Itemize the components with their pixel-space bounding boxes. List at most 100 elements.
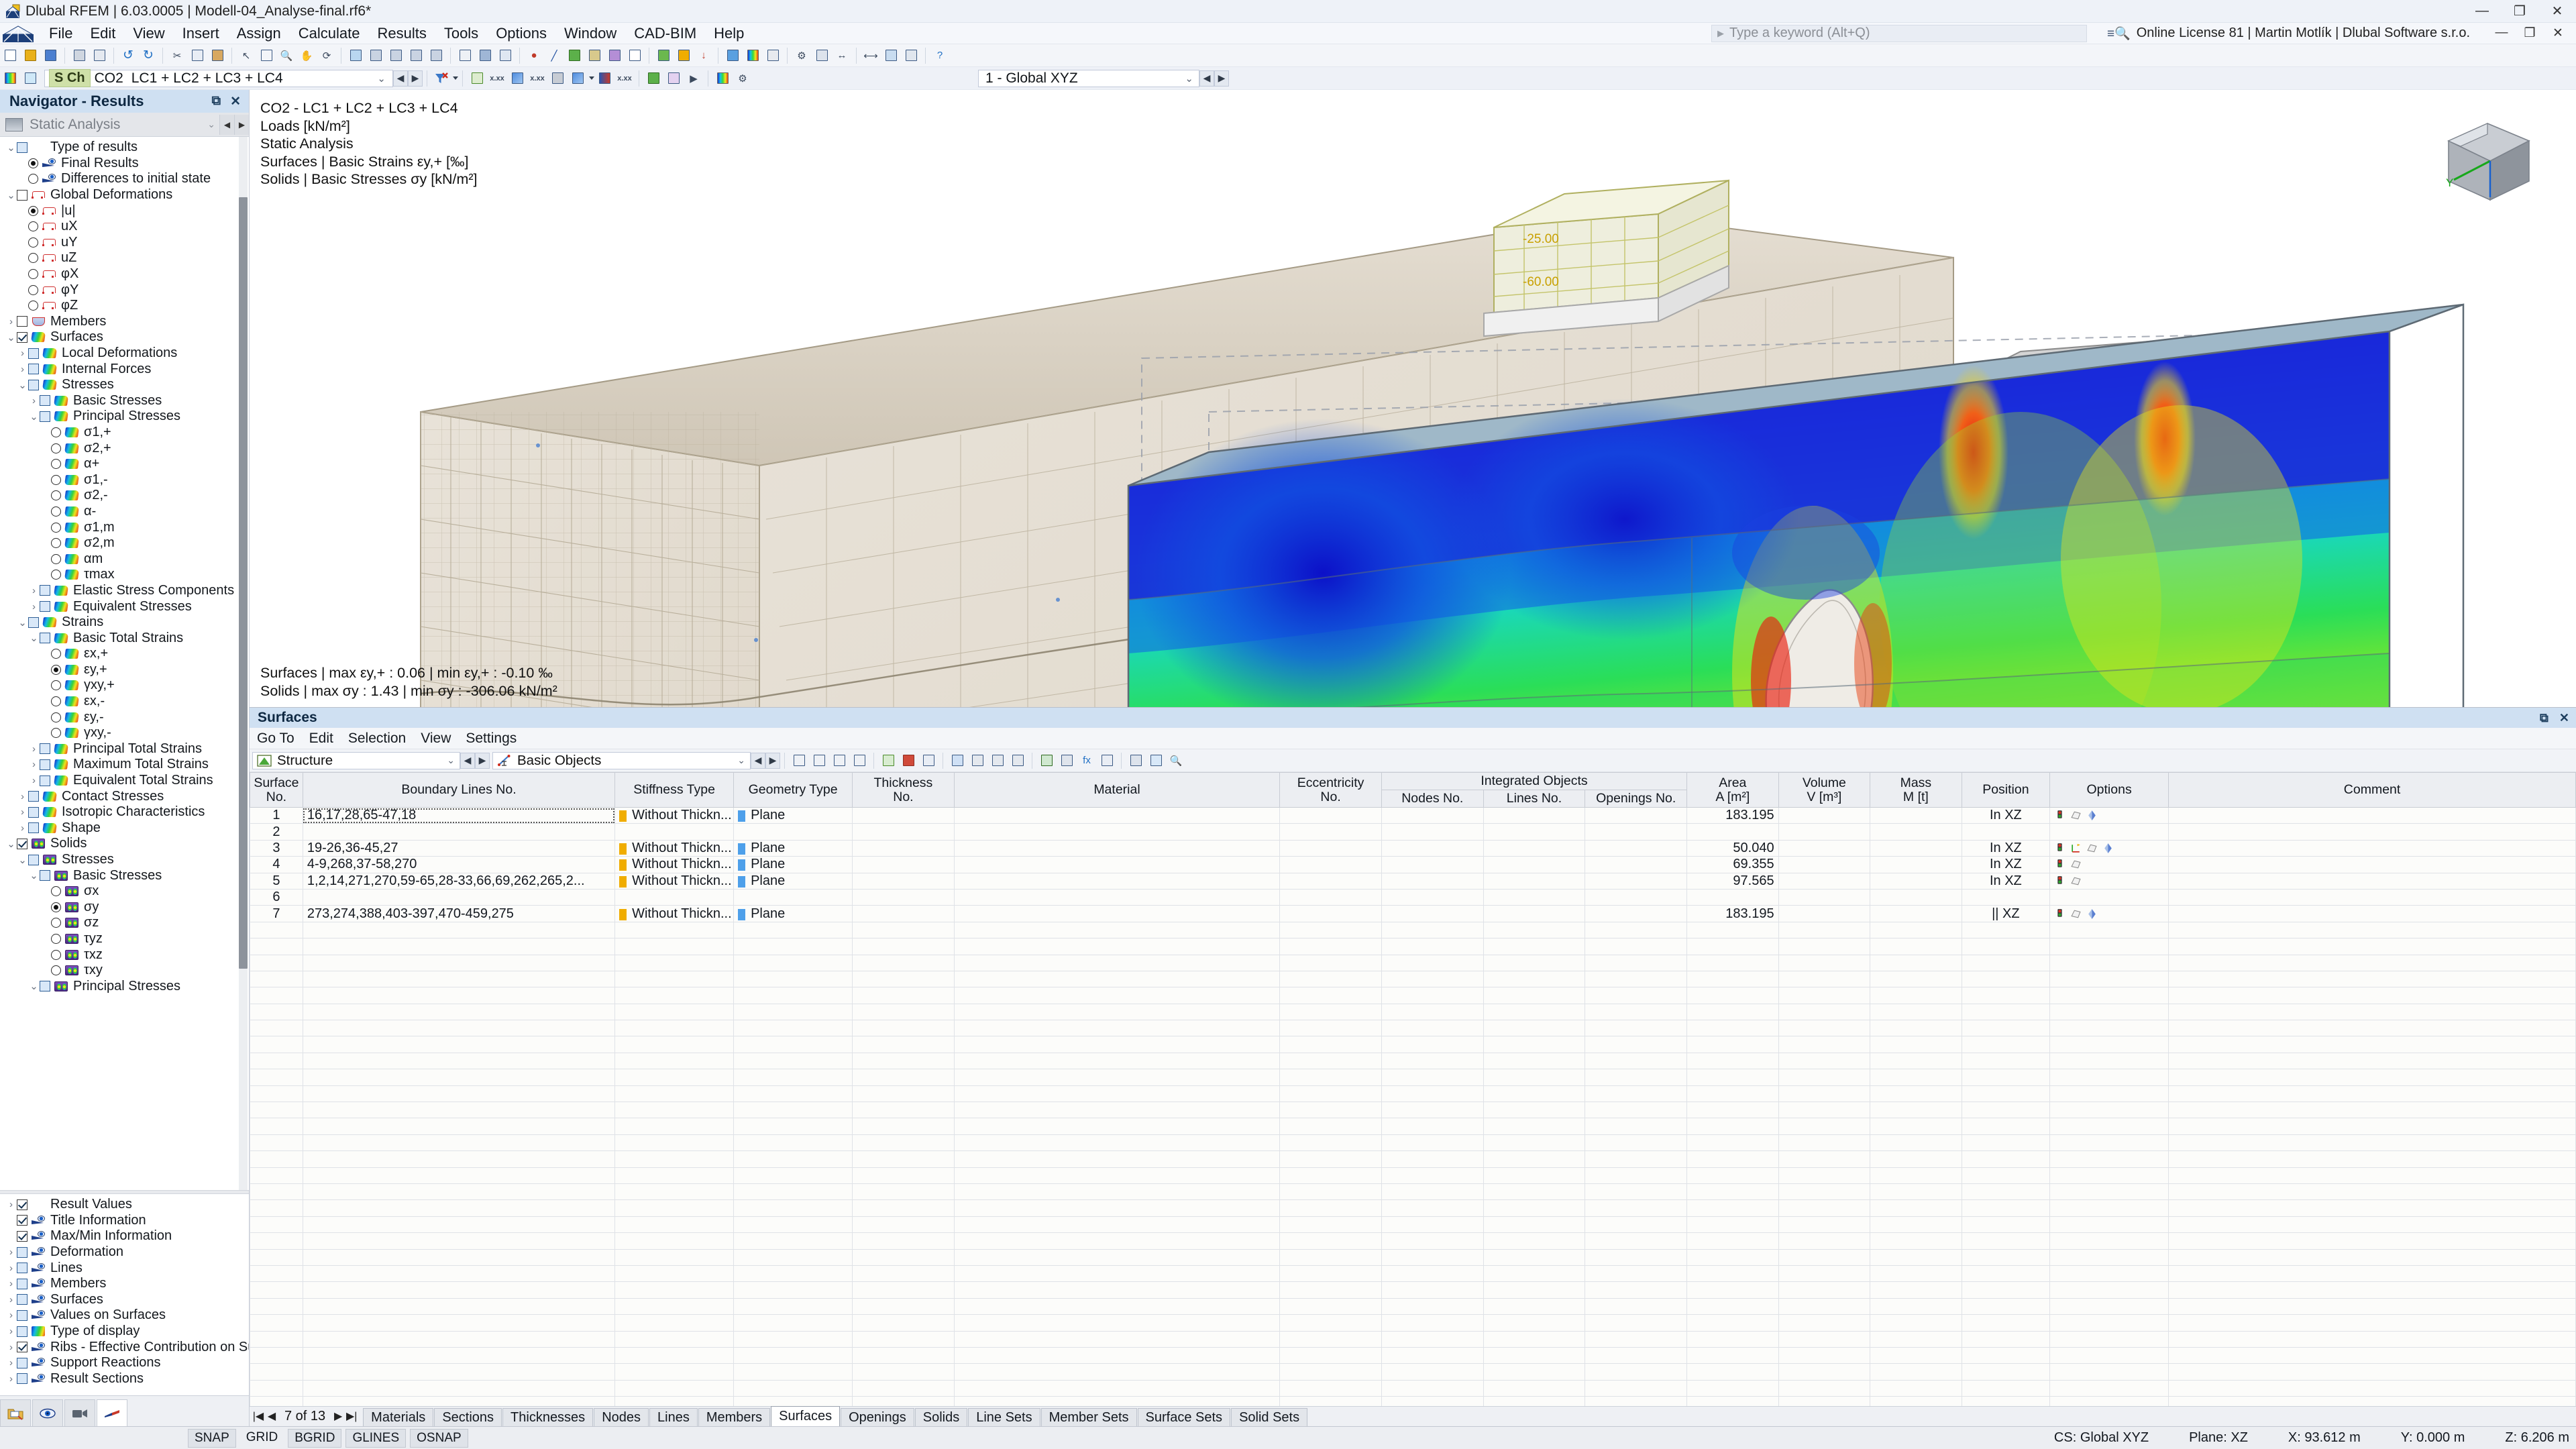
table-menu-view[interactable]: View [413,728,458,749]
tree-item[interactable]: · uX [0,219,249,235]
doc-close-button[interactable]: ✕ [2544,25,2572,41]
view-next-button[interactable]: ▶ [1214,70,1229,87]
object-tab[interactable]: Nodes [594,1408,649,1426]
load-combination-selector[interactable]: S Ch CO2 LC1 + LC2 + LC3 + LC4 ⌄ [44,69,393,87]
table-row-empty[interactable] [250,1003,2576,1021]
tree-item[interactable]: · σz [0,915,249,931]
tree-radio[interactable] [51,712,61,722]
cell-geometry-type[interactable]: Plane [733,839,853,857]
menu-results[interactable]: Results [368,23,435,44]
tree-twisty[interactable]: › [5,1263,17,1274]
tree-radio[interactable] [51,664,61,675]
render-solid-icon[interactable] [476,46,494,65]
table-copy-row-icon[interactable] [919,751,938,770]
table-group-icon[interactable] [1008,751,1027,770]
print-icon[interactable] [70,46,89,65]
tree-checkbox[interactable] [17,1263,28,1274]
result-diagram-icon[interactable] [468,69,486,88]
tree-item[interactable]: › Values on Surfaces [0,1307,249,1324]
pan-icon[interactable]: ✋ [297,46,316,65]
cell-lines-no[interactable] [1483,872,1586,890]
tree-twisty[interactable]: · [40,648,51,659]
status-toggle-glines[interactable]: GLINES [345,1428,407,1448]
table-print-icon[interactable] [1057,751,1076,770]
table-menu-goto[interactable]: Go To [250,728,302,749]
cell-stiffness-type[interactable] [614,823,735,841]
cell-stiffness-type[interactable]: Without Thickn... [614,872,735,890]
license-info[interactable]: ≡🔍 Online License 81 | Martin Motlík | D… [2107,25,2470,42]
surface-results-dropdown-arrow[interactable] [589,76,594,80]
tree-twisty[interactable]: ⌄ [28,869,40,881]
tree-item[interactable]: › Contact Stresses [0,788,249,804]
table-prev-row-icon[interactable] [810,751,828,770]
rotate-icon[interactable]: ⟳ [317,46,336,65]
view-chevron-down-icon[interactable]: ⌄ [1179,72,1199,85]
tree-twisty[interactable]: · [40,443,51,454]
tree-twisty[interactable]: · [17,173,28,184]
cell-nodes-no[interactable] [1381,839,1484,857]
cell-openings-no[interactable] [1585,839,1688,857]
chevron-down-icon[interactable]: ⌄ [372,72,391,85]
view-orientation-cube[interactable]: Y [2434,111,2548,212]
cell-boundary-lines[interactable] [302,823,616,841]
tree-twisty[interactable]: ⌄ [5,142,17,154]
tree-item[interactable]: › Basic Stresses [0,393,249,409]
table-row-empty[interactable] [250,1379,2576,1397]
table-row-empty[interactable] [250,1330,2576,1348]
cell-boundary-lines[interactable]: 1,2,14,271,270,59-65,28-33,66,69,262,265… [302,872,616,890]
col-eccentricity-no[interactable]: Eccentricity No. [1279,772,1382,808]
table-row-empty[interactable] [250,1297,2576,1316]
tree-radio[interactable] [28,237,38,248]
redo-icon[interactable]: ↻ [139,46,158,65]
filter-dropdown-arrow[interactable] [453,76,458,80]
analysis-next-button[interactable]: ▶ [234,114,249,135]
table-export-icon[interactable] [1037,751,1056,770]
tree-item[interactable]: ⌄ Solids [0,836,249,852]
tree-radio[interactable] [28,269,38,280]
cell-options[interactable] [2049,888,2169,906]
doc-restore-button[interactable]: ❐ [2516,25,2544,41]
tree-twisty[interactable]: · [40,522,51,533]
cell-options[interactable] [2049,905,2169,922]
render-wireframe-icon[interactable] [455,46,474,65]
view-selector[interactable]: 1 - Global XYZ ⌄ [978,69,1199,87]
tree-item[interactable]: › Maximum Total Strains [0,757,249,773]
cell-comment[interactable] [2168,823,2576,841]
tree-twisty[interactable]: › [5,1294,17,1305]
cell-material[interactable] [953,856,1281,873]
table-search-icon[interactable]: 🔍 [1167,751,1185,770]
tree-twisty[interactable]: · [40,427,51,438]
cell-area[interactable]: 97.565 [1686,872,1779,890]
table-row-empty[interactable] [250,1085,2576,1103]
table-row-empty[interactable] [250,1248,2576,1266]
tree-twisty[interactable]: · [17,300,28,311]
cell-mass[interactable] [1870,806,1962,824]
display-options-tree[interactable]: › Result Values · Title Information · Max/Min… [0,1194,249,1395]
settings-icon[interactable]: ⚙ [792,46,811,65]
analysis-prev-button[interactable]: ◀ [219,114,234,135]
col-stiffness-type[interactable]: Stiffness Type [614,772,735,808]
view-prev-button[interactable]: ◀ [1199,70,1214,87]
cell-comment[interactable] [2168,806,2576,824]
col-volume[interactable]: Volume V [m³] [1778,772,1871,808]
table-row[interactable]: 4 4-9,268,37-58,270 Without Thickn... Plane… [250,856,2576,873]
cell-boundary-lines[interactable] [302,888,616,906]
table-row-empty[interactable] [250,987,2576,1004]
cell-area[interactable]: 69.355 [1686,856,1779,873]
navigator-tab-results[interactable] [97,1399,127,1426]
tree-checkbox[interactable] [17,1373,28,1385]
cell-options[interactable] [2049,823,2169,841]
cell-surface-no[interactable]: 4 [250,856,303,873]
tree-checkbox[interactable] [40,633,50,644]
tree-item[interactable]: ⌄ Stresses [0,852,249,868]
status-toggle-bgrid[interactable]: BGRID [288,1428,342,1448]
cell-position[interactable]: In XZ [1961,839,2051,857]
pager-next-icon[interactable]: ▶ [332,1409,344,1423]
table-row[interactable]: 5 1,2,14,271,270,59-65,28-33,66,69,262,26… [250,872,2576,890]
tree-item[interactable]: ⌄ Strains [0,614,249,631]
tree-item[interactable]: · σx [0,883,249,900]
tree-twisty[interactable]: · [5,1230,17,1242]
tree-checkbox[interactable] [40,759,50,770]
object-tab[interactable]: Line Sets [968,1408,1040,1426]
tree-twisty[interactable]: · [40,553,51,565]
